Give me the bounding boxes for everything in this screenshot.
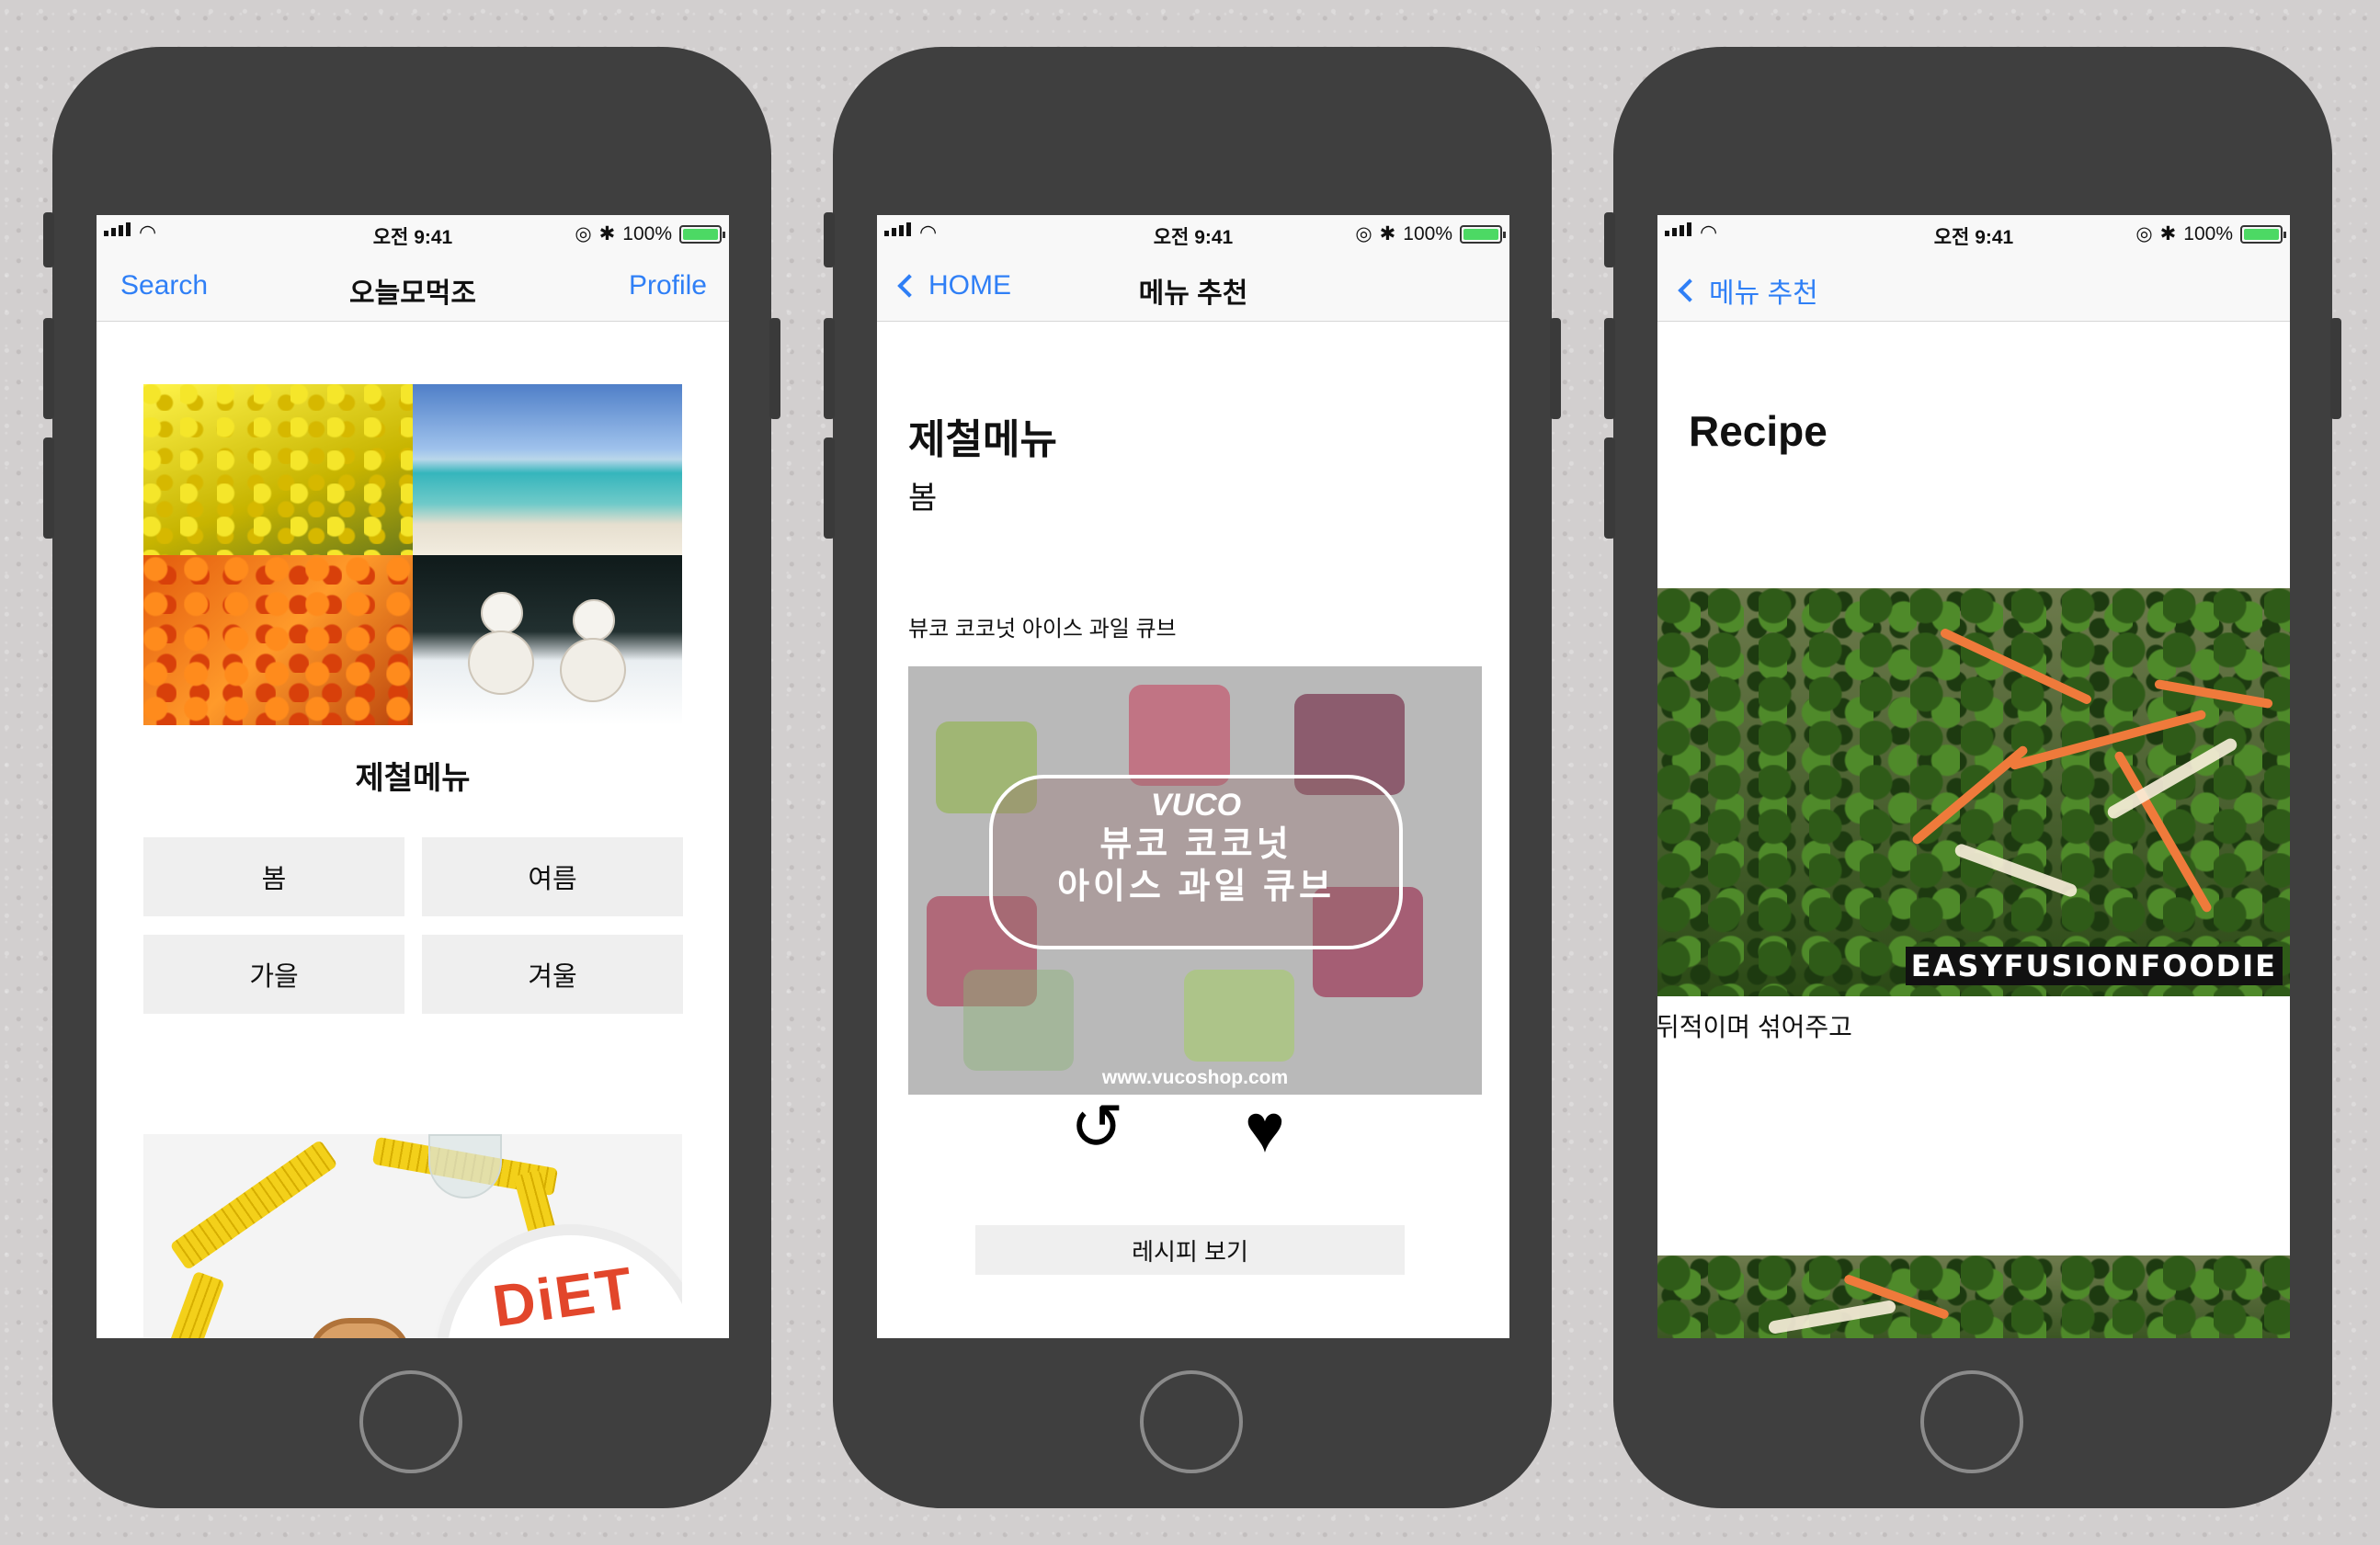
vuco-logo: VUCO (1150, 788, 1242, 823)
badge-line-2: 아이스 과일 큐브 (1057, 868, 1335, 906)
bluetooth-icon: ✱ (598, 223, 616, 244)
badge-line-1: 뷰코 코코넛 (1099, 825, 1292, 864)
battery-icon (1460, 224, 1506, 244)
status-bar: ◠ 오전 9:41 ◎ ✱ 100% (97, 215, 729, 252)
status-bar: ◠ 오전 9:41 ◎ ✱ 100% (877, 215, 1509, 252)
section-title: 제철메뉴 (355, 761, 471, 796)
home-button[interactable] (359, 1370, 462, 1473)
battery-icon (679, 224, 725, 244)
winter-photo (413, 554, 682, 725)
home-button[interactable] (1920, 1370, 2023, 1473)
page-heading: 제철메뉴 (908, 417, 1057, 462)
nav-title: 메뉴 추천 (1138, 278, 1248, 309)
screen-recipe: ◠ 오전 9:41 ◎ ✱ 100% 메뉴 추천 Recipe EASYFUSI… (1657, 215, 2290, 1338)
battery-percent: 100% (2183, 222, 2233, 244)
screen-menu-recommend: ◠ 오전 9:41 ◎ ✱ 100% HOME 메뉴 추천 제철메뉴 봄 뷰코 … (877, 215, 1509, 1338)
back-menu-button[interactable]: 메뉴 추천 (1678, 270, 1818, 311)
volume-down-button (824, 437, 835, 539)
season-collage (143, 384, 682, 725)
vuco-badge: VUCO 뷰코 코코넛 아이스 과일 큐브 (989, 775, 1403, 949)
phone-frame-3: ◠ 오전 9:41 ◎ ✱ 100% 메뉴 추천 Recipe EASYFUSI… (1604, 47, 2341, 1508)
bluetooth-icon: ✱ (1379, 223, 1396, 244)
nav-bar: HOME 메뉴 추천 (877, 252, 1509, 322)
power-button (769, 318, 780, 419)
view-recipe-button[interactable]: 레시피 보기 (975, 1225, 1405, 1275)
photo-url: www.vucoshop.com (1101, 1067, 1289, 1088)
nav-bar: 메뉴 추천 (1657, 252, 2290, 322)
battery-percent: 100% (1403, 222, 1452, 244)
volume-down-button (1604, 437, 1615, 539)
water-glass (428, 1134, 502, 1199)
recipe-step-photo: EASYFUSIONFOODIE (1657, 588, 2290, 996)
diet-banner-image[interactable]: DiET (143, 1134, 682, 1338)
phone-frame-1: ◠ 오전 9:41 ◎ ✱ 100% Search 오늘모먹조 Profile (43, 47, 780, 1508)
back-label: 메뉴 추천 (1709, 278, 1818, 309)
bread-slice (309, 1318, 410, 1338)
location-icon: ◎ (1355, 223, 1372, 244)
mute-switch (824, 212, 835, 267)
battery-icon (2240, 224, 2286, 244)
mute-switch (1604, 212, 1615, 267)
winter-button[interactable]: 겨울 (422, 935, 683, 1014)
photo-watermark: EASYFUSIONFOODIE (1905, 947, 2283, 985)
spring-button[interactable]: 봄 (143, 837, 404, 916)
mute-switch (43, 212, 54, 267)
recipe-step-text: 뒤적이며 섞어주고 (1657, 1013, 1852, 1041)
page-title: Recipe (1689, 407, 1828, 455)
menu-photo: VUCO 뷰코 코코넛 아이스 과일 큐브 www.vucoshop.com (908, 666, 1482, 1095)
screen-home: ◠ 오전 9:41 ◎ ✱ 100% Search 오늘모먹조 Profile (97, 215, 729, 1338)
location-icon: ◎ (575, 223, 592, 244)
battery-percent: 100% (622, 222, 672, 244)
heart-smile-icon[interactable]: ♥ (1245, 1095, 1285, 1163)
autumn-photo (143, 554, 413, 725)
profile-button[interactable]: Profile (629, 270, 707, 301)
volume-up-button (1604, 318, 1615, 419)
status-bar: ◠ 오전 9:41 ◎ ✱ 100% (1657, 215, 2290, 252)
refresh-icon[interactable]: ↺ (1070, 1095, 1124, 1159)
summer-photo (413, 384, 682, 555)
home-button[interactable] (1140, 1370, 1243, 1473)
spring-photo (143, 384, 413, 555)
recipe-step-photo-2 (1657, 1255, 2290, 1338)
power-button (1550, 318, 1561, 419)
summer-button[interactable]: 여름 (422, 837, 683, 916)
location-icon: ◎ (2135, 223, 2153, 244)
season-label: 봄 (908, 481, 938, 516)
nav-bar: Search 오늘모먹조 Profile (97, 252, 729, 322)
volume-down-button (43, 437, 54, 539)
menu-item-name: 뷰코 코코넛 아이스 과일 큐브 (908, 617, 1177, 642)
power-button (2330, 318, 2341, 419)
volume-up-button (824, 318, 835, 419)
autumn-button[interactable]: 가을 (143, 935, 404, 1014)
volume-up-button (43, 318, 54, 419)
phone-frame-2: ◠ 오전 9:41 ◎ ✱ 100% HOME 메뉴 추천 제철메뉴 봄 뷰코 … (824, 47, 1561, 1508)
chevron-left-icon (1678, 278, 1702, 302)
bluetooth-icon: ✱ (2159, 223, 2177, 244)
